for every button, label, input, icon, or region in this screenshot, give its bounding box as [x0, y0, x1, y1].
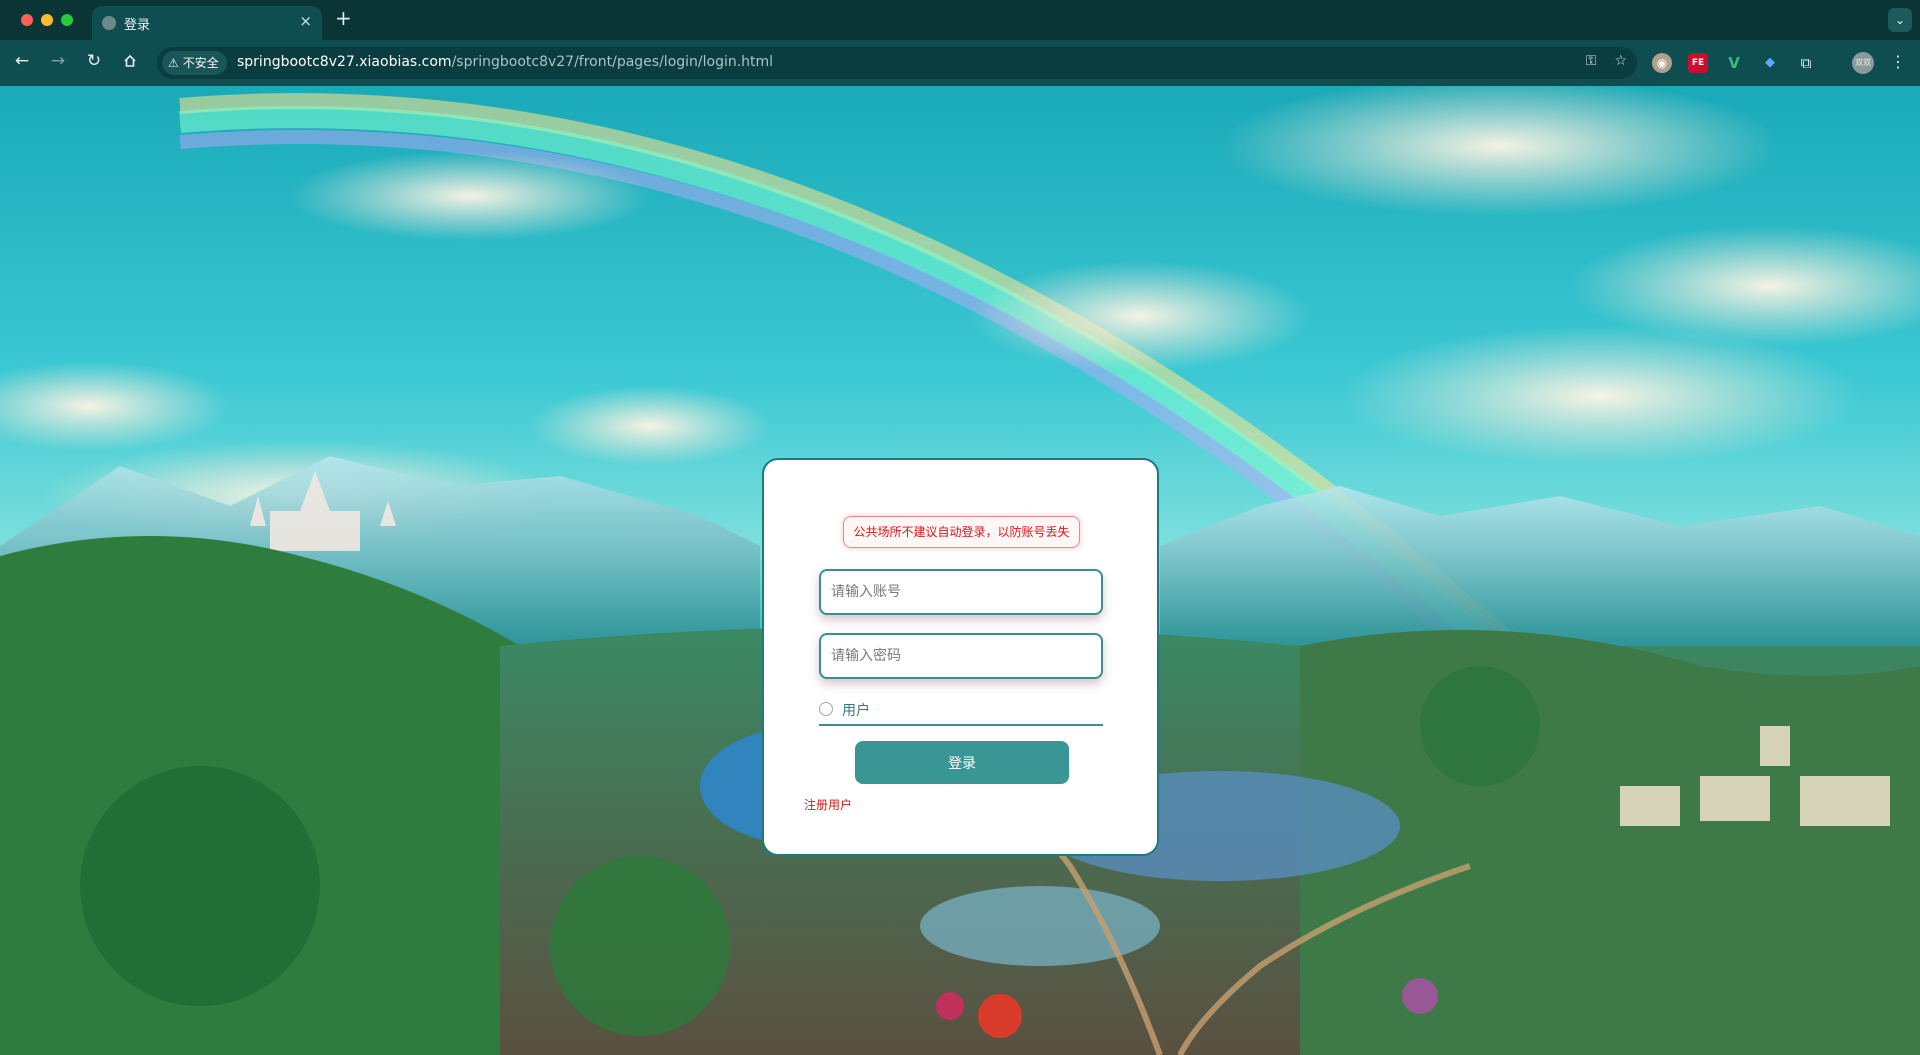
puzzle-icon[interactable]: ⧉	[1796, 53, 1816, 73]
tab-search-button[interactable]: ⌄	[1888, 8, 1912, 32]
username-input[interactable]	[819, 569, 1103, 615]
close-window-button[interactable]	[21, 14, 33, 26]
browser-tab[interactable]: 登录 ×	[92, 6, 322, 40]
password-key-icon[interactable]: ⚿	[1586, 53, 1597, 69]
forward-icon[interactable]: →	[46, 51, 70, 71]
home-icon[interactable]	[118, 51, 142, 68]
url-text[interactable]: springbootc8v27.xiaobias.com/springbootc…	[237, 54, 773, 70]
globe-icon	[102, 16, 116, 30]
profile-avatar[interactable]: 双双	[1852, 52, 1874, 74]
role-radio-user[interactable]	[819, 702, 833, 716]
tab-close-button[interactable]: ×	[299, 12, 312, 30]
page-viewport: 公共场所不建议自动登录，以防账号丢失 用户 登录 注册用户	[0, 86, 1920, 1055]
security-notice: 公共场所不建议自动登录，以防账号丢失	[843, 516, 1080, 548]
bookmark-star-icon[interactable]: ☆	[1614, 53, 1627, 69]
url-path: /springbootc8v27/front/pages/login/login…	[451, 54, 774, 70]
register-link[interactable]: 注册用户	[804, 796, 852, 813]
security-chip[interactable]: ⚠ 不安全	[162, 51, 227, 75]
role-selector: 用户	[819, 696, 1103, 726]
owl-extension-icon[interactable]: ◉	[1652, 53, 1672, 73]
back-icon[interactable]: ←	[10, 51, 34, 71]
warning-icon: ⚠	[168, 56, 179, 70]
role-label-user[interactable]: 用户	[842, 700, 870, 720]
password-input[interactable]	[819, 633, 1103, 679]
fe-extension-icon[interactable]: FE	[1688, 53, 1708, 73]
gem-extension-icon[interactable]: ◆	[1760, 53, 1780, 73]
maximize-window-button[interactable]	[61, 14, 73, 26]
url-host: springbootc8v27.xiaobias.com	[237, 54, 452, 70]
minimize-window-button[interactable]	[41, 14, 53, 26]
reload-icon[interactable]: ↻	[82, 51, 106, 71]
address-bar[interactable]: ⚠ 不安全 springbootc8v27.xiaobias.com/spring…	[157, 47, 1637, 79]
new-tab-button[interactable]: +	[335, 6, 352, 30]
browser-toolbar: ← → ↻ ⚠ 不安全 springbootc8v27.xiaobias.com/…	[0, 40, 1920, 86]
browser-tab-strip: 登录 × + ⌄	[0, 0, 1920, 40]
tab-title: 登录	[124, 18, 151, 33]
vue-devtools-icon[interactable]: V	[1724, 53, 1744, 73]
kebab-menu-icon[interactable]: ⋮	[1890, 52, 1906, 71]
login-button[interactable]: 登录	[855, 741, 1069, 784]
login-card: 公共场所不建议自动登录，以防账号丢失 用户 登录 注册用户	[762, 458, 1159, 856]
security-label: 不安全	[182, 56, 219, 70]
